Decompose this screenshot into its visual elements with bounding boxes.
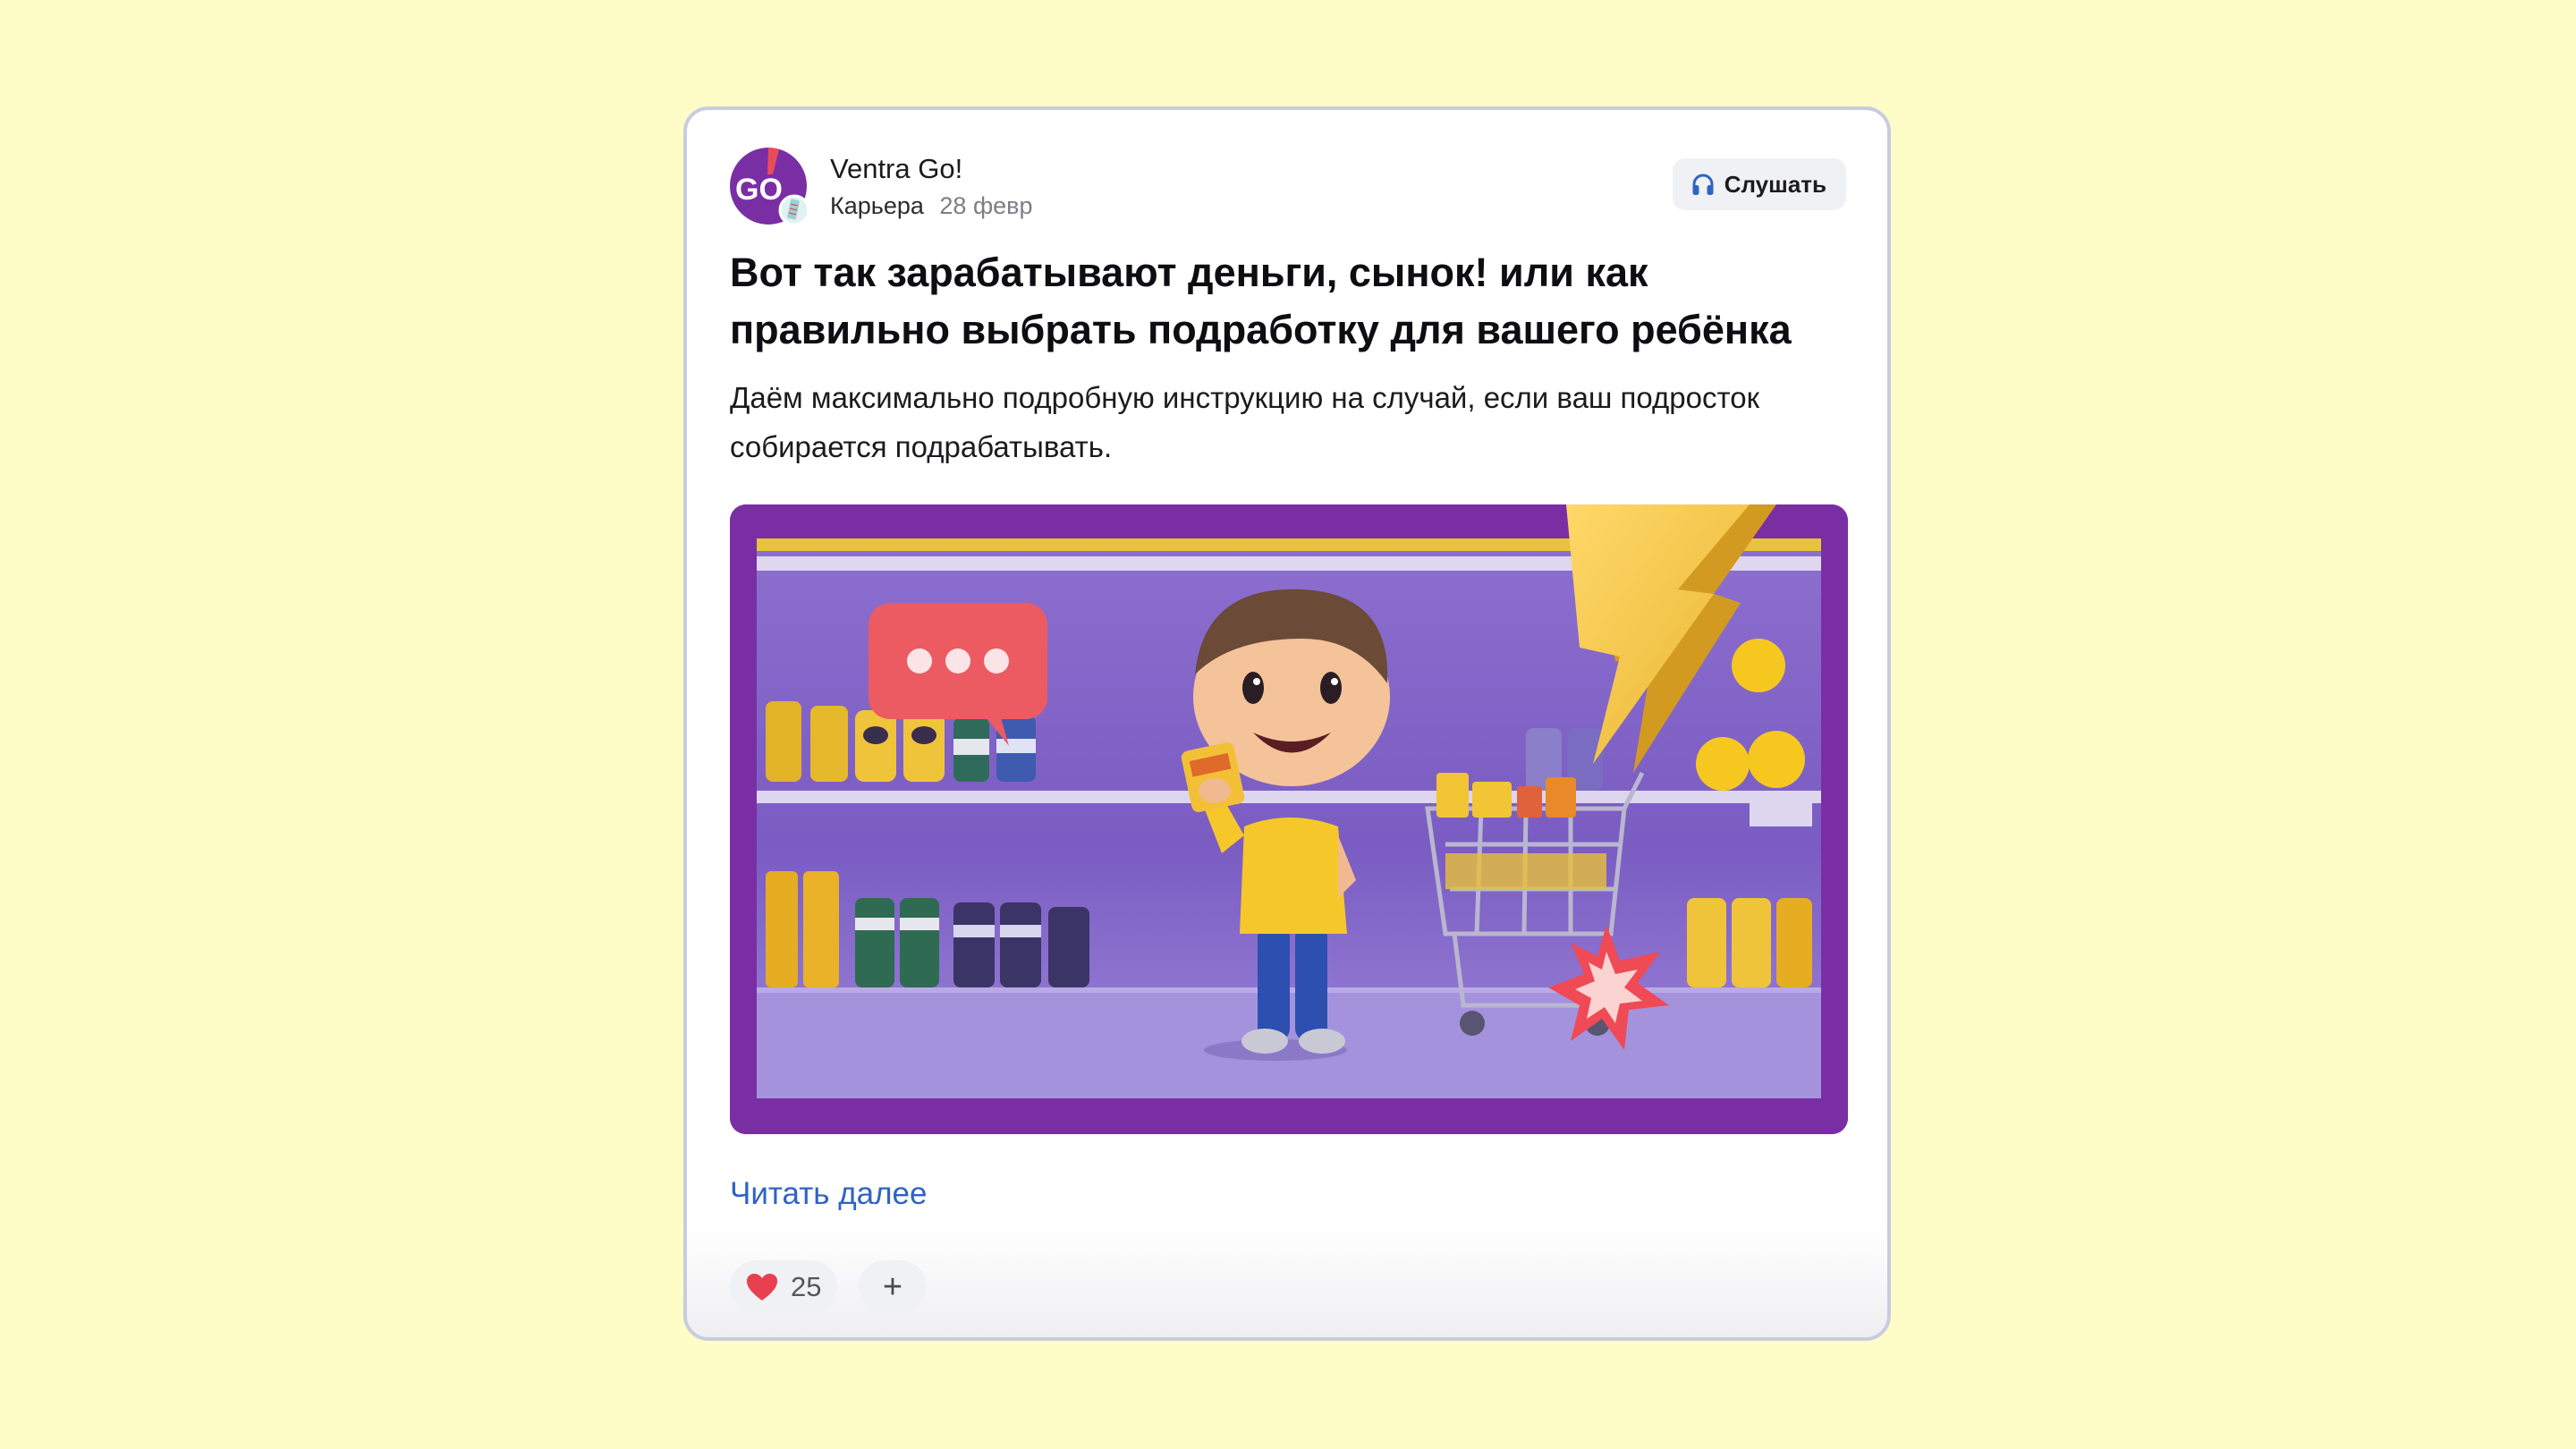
cover-illustration <box>730 504 1848 1134</box>
post-card: GO Ventra Go! Карьера 28 февр Слушать Во… <box>683 106 1891 1341</box>
post-date: 28 февр <box>939 192 1033 219</box>
post-category[interactable]: Карьера <box>830 192 924 219</box>
cover-image[interactable] <box>730 504 1848 1134</box>
read-more-link[interactable]: Читать далее <box>730 1176 927 1212</box>
add-reaction-button[interactable]: + <box>859 1260 927 1314</box>
post-meta: Карьера 28 февр <box>830 192 1033 220</box>
headphones-icon <box>1692 174 1714 195</box>
post-lead: Даём максимально подробную инструкцию на… <box>730 381 1760 463</box>
post-title[interactable]: Вот так зарабатывают деньги, сынок! или … <box>730 244 1839 359</box>
heart-icon <box>747 1274 777 1301</box>
ventra-go-logo-icon: GO <box>730 148 810 226</box>
channel-avatar[interactable]: GO <box>730 148 810 226</box>
listen-button[interactable]: Слушать <box>1672 158 1846 210</box>
channel-name[interactable]: Ventra Go! <box>830 153 962 185</box>
listen-button-label: Слушать <box>1724 170 1826 198</box>
avatar-text: GO <box>735 173 783 207</box>
like-count: 25 <box>791 1271 822 1302</box>
like-reaction[interactable]: 25 <box>730 1260 838 1314</box>
